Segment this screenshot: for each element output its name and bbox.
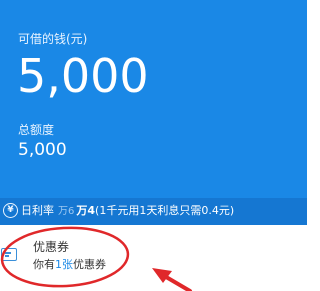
- coupon-entry[interactable]: 优惠券 你有1张优惠券: [0, 225, 307, 291]
- credit-summary-panel: 可借的钱(元) 5,000 总额度 5,000: [0, 0, 307, 225]
- daily-rate-new-value: 万4: [76, 204, 96, 217]
- coupon-count: 1张: [55, 258, 73, 271]
- daily-rate-old-value: 万6: [58, 206, 75, 217]
- coupon-description: 你有1张优惠券: [33, 258, 106, 272]
- daily-rate-note: (1千元用1天利息只需0.4元): [95, 204, 235, 217]
- daily-rate-text: 日利率 万6 万4(1千元用1天利息只需0.4元): [21, 204, 234, 219]
- available-amount-label: 可借的钱(元): [18, 32, 88, 46]
- available-amount-value: 5,000: [17, 49, 149, 103]
- ticket-icon: [1, 248, 17, 261]
- yen-icon: ¥: [3, 203, 18, 218]
- coupon-desc-prefix: 你有: [33, 258, 55, 271]
- coupon-desc-suffix: 优惠券: [73, 258, 106, 271]
- daily-rate-label: 日利率: [21, 204, 54, 217]
- coupon-title: 优惠券: [33, 240, 70, 254]
- total-limit-label: 总额度: [18, 123, 55, 137]
- daily-rate-bar: ¥ 日利率 万6 万4(1千元用1天利息只需0.4元): [0, 198, 307, 225]
- total-limit-value: 5,000: [18, 140, 67, 160]
